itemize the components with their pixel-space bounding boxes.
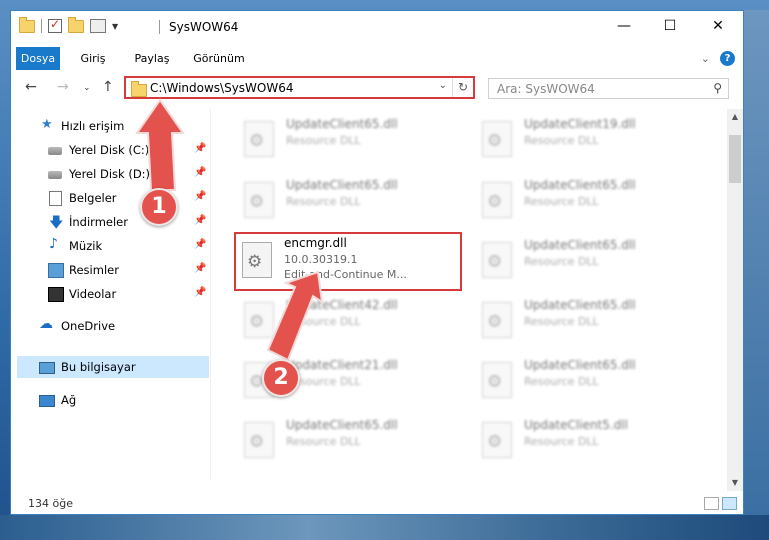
- annotation-arrows: [135, 98, 324, 362]
- annotation-arrow-2: [266, 270, 324, 362]
- annotation-arrow-1: [135, 98, 185, 191]
- step-badge-1: 1: [140, 188, 178, 226]
- step-badge-2: 2: [262, 359, 300, 397]
